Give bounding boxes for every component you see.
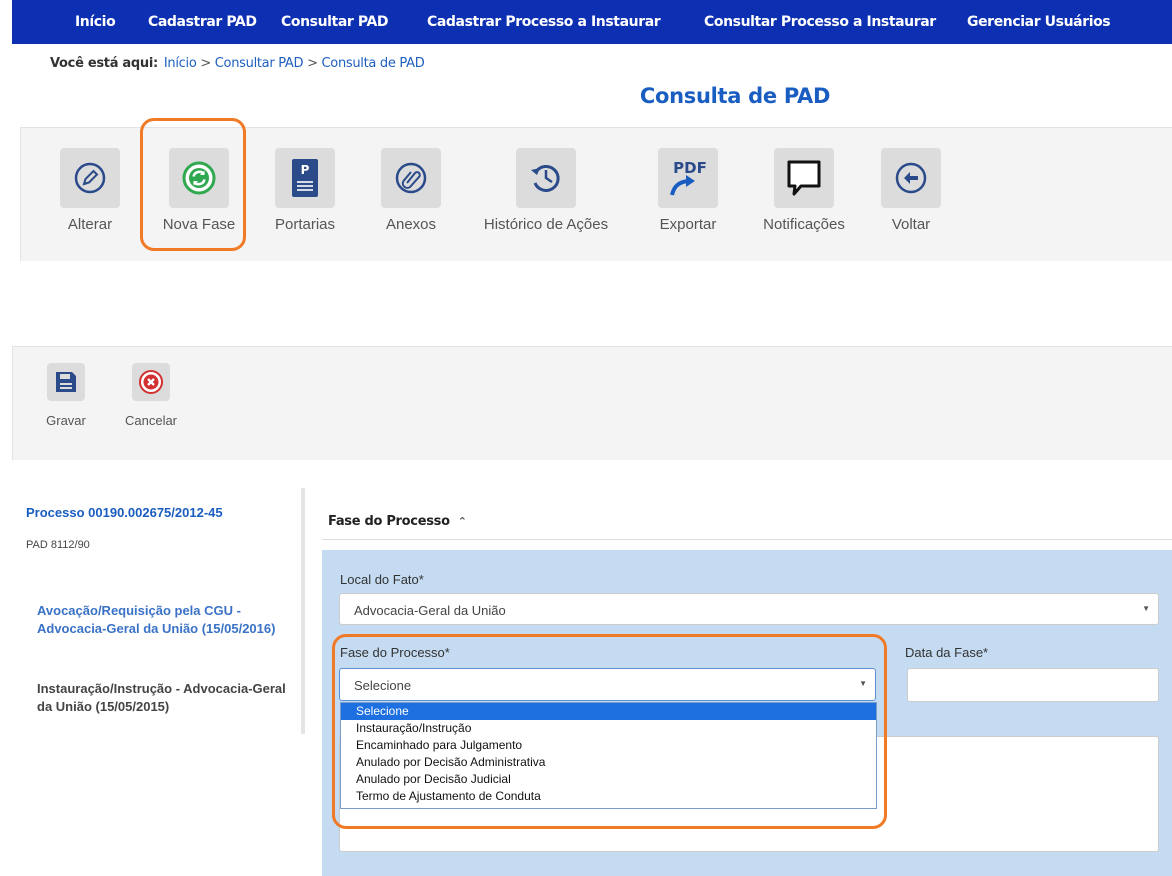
sidebar-phase-instauracao: Instauração/Instrução - Advocacia-Geral …: [37, 681, 286, 714]
fase-do-processo-value: Selecione: [354, 678, 412, 693]
breadcrumb-separator: >: [200, 56, 211, 71]
nav-inicio[interactable]: Início: [75, 14, 116, 30]
document-p-icon: P: [275, 148, 335, 208]
cancelar-button[interactable]: Cancelar: [121, 363, 181, 428]
option-instauracao-instrucao[interactable]: Instauração/Instrução: [341, 720, 876, 737]
fase-do-processo-options: Selecione Instauração/Instrução Encaminh…: [340, 702, 877, 809]
nav-gerenciar-usuarios[interactable]: Gerenciar Usuários: [967, 14, 1111, 30]
page-title: Consulta de PAD: [639, 84, 831, 108]
anexos-label: Anexos: [385, 216, 437, 233]
breadcrumb: Você está aqui: Início > Consultar PAD > …: [50, 56, 425, 71]
pdf-icon-text: PDF: [673, 159, 707, 177]
data-da-fase-label: Data da Fase*: [905, 645, 989, 660]
fase-do-processo-select[interactable]: Selecione ▼: [339, 668, 876, 701]
arrow-left-icon: [881, 148, 941, 208]
fase-do-processo-label: Fase do Processo*: [340, 645, 450, 660]
local-do-fato-select[interactable]: Advocacia-Geral da União ▼: [339, 593, 1159, 625]
portarias-button[interactable]: P Portarias: [265, 148, 345, 233]
breadcrumb-separator: >: [307, 56, 318, 71]
section-title[interactable]: Fase do Processo ⌃: [328, 514, 467, 529]
gravar-button[interactable]: Gravar: [41, 363, 91, 428]
process-sidebar: Processo 00190.002675/2012-45 PAD 8112/9…: [26, 505, 286, 714]
local-do-fato-value: Advocacia-Geral da União: [354, 603, 506, 618]
option-anulado-decisao-judicial[interactable]: Anulado por Decisão Judicial: [341, 771, 876, 788]
nav-cadastrar-pad[interactable]: Cadastrar PAD: [148, 14, 257, 30]
option-selecione[interactable]: Selecione: [341, 703, 876, 720]
process-number: Processo 00190.002675/2012-45: [26, 505, 223, 520]
breadcrumb-consulta-de-pad[interactable]: Consulta de PAD: [322, 56, 425, 71]
notificacoes-button[interactable]: Notificações: [754, 148, 854, 233]
option-termo-ajustamento-conduta[interactable]: Termo de Ajustamento de Conduta: [341, 788, 876, 805]
option-encaminhado-para-julgamento[interactable]: Encaminhado para Julgamento: [341, 737, 876, 754]
refresh-icon: [169, 148, 229, 208]
sidebar-phase-avocacao[interactable]: Avocação/Requisição pela CGU - Advocacia…: [37, 602, 287, 638]
voltar-button[interactable]: Voltar: [871, 148, 951, 233]
action-toolbar: Alterar Nova Fase P Portarias Anexos His…: [20, 127, 1172, 261]
nav-consultar-pad[interactable]: Consultar PAD: [281, 14, 389, 30]
nav-cadastrar-processo-a-instaurar[interactable]: Cadastrar Processo a Instaurar: [427, 14, 661, 30]
cancel-icon: [132, 363, 170, 401]
history-icon: [516, 148, 576, 208]
save-icon: [47, 363, 85, 401]
option-anulado-decisao-administrativa[interactable]: Anulado por Decisão Administrativa: [341, 754, 876, 771]
chevron-down-icon: ▼: [1142, 604, 1150, 613]
process-type: PAD 8112/90: [26, 539, 90, 551]
svg-text:P: P: [301, 163, 310, 177]
speech-bubble-icon: [774, 148, 834, 208]
alterar-button[interactable]: Alterar: [49, 148, 131, 233]
pdf-export-icon: PDF: [658, 148, 718, 208]
chevron-down-icon: ▼: [859, 679, 867, 688]
local-do-fato-label: Local do Fato*: [340, 572, 424, 587]
cancelar-label: Cancelar: [124, 413, 178, 428]
exportar-button[interactable]: PDF Exportar: [648, 148, 728, 233]
historico-de-acoes-button[interactable]: Histórico de Ações: [471, 148, 621, 233]
breadcrumb-prefix: Você está aqui:: [50, 56, 158, 71]
nova-fase-label: Nova Fase: [162, 216, 236, 233]
gravar-label: Gravar: [46, 413, 86, 428]
pencil-icon: [60, 148, 120, 208]
historico-de-acoes-label: Histórico de Ações: [483, 216, 609, 233]
alterar-label: Alterar: [67, 216, 113, 233]
exportar-label: Exportar: [659, 216, 717, 233]
data-da-fase-input[interactable]: [907, 668, 1159, 702]
notificacoes-label: Notificações: [763, 216, 845, 233]
nav-consultar-processo-a-instaurar[interactable]: Consultar Processo a Instaurar: [704, 14, 936, 30]
collapse-chevron-icon[interactable]: ⌃: [458, 515, 467, 528]
breadcrumb-consultar-pad[interactable]: Consultar PAD: [215, 56, 304, 71]
section-divider: [322, 539, 1172, 540]
portarias-label: Portarias: [274, 216, 336, 233]
anexos-button[interactable]: Anexos: [371, 148, 451, 233]
breadcrumb-inicio[interactable]: Início: [164, 56, 197, 71]
sidebar-divider: [301, 488, 305, 734]
form-toolbar: Gravar Cancelar: [12, 346, 1172, 460]
paperclip-icon: [381, 148, 441, 208]
nova-fase-button[interactable]: Nova Fase: [149, 148, 249, 233]
section-title-text: Fase do Processo: [328, 514, 450, 529]
voltar-label: Voltar: [891, 216, 931, 233]
top-navigation: Início Cadastrar PAD Consultar PAD Cadas…: [12, 0, 1172, 44]
